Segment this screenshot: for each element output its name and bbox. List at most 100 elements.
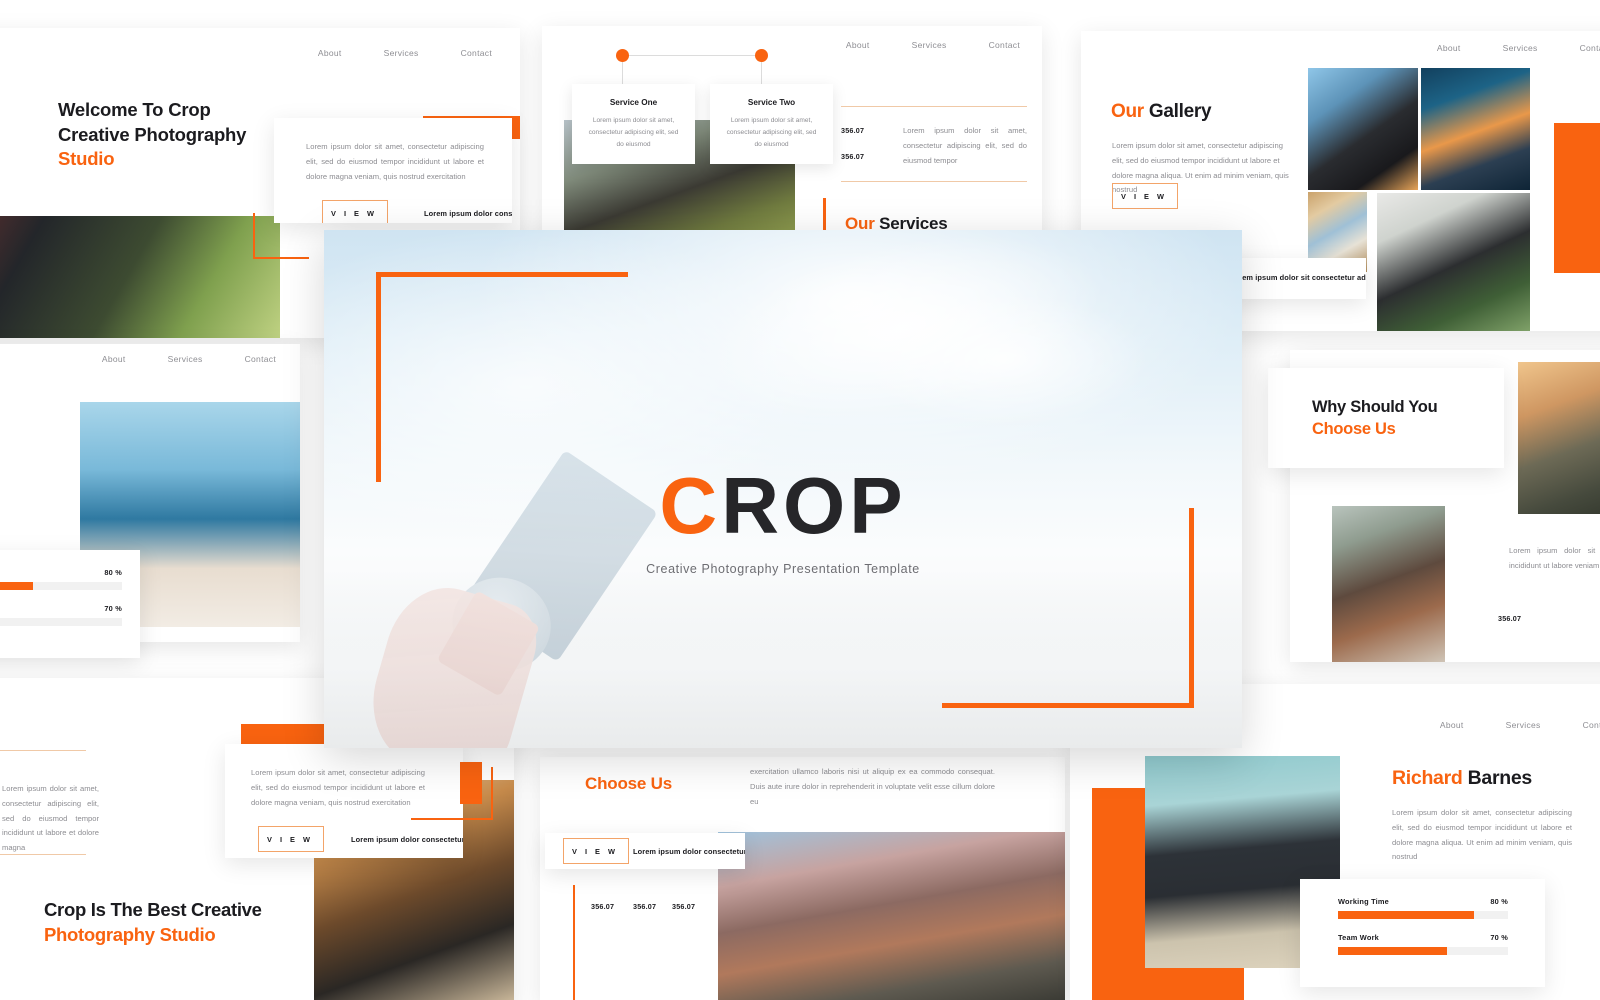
nav-item-services[interactable]: Services — [1506, 720, 1541, 730]
nav-item-contact[interactable]: Contact — [245, 354, 276, 364]
gallery-photo-plant-camera — [1377, 193, 1530, 331]
skills-bars-card[interactable]: 80 % 70 % — [0, 550, 140, 658]
profile-last-name: Barnes — [1467, 767, 1533, 789]
nav-gallery[interactable]: About Services Contact — [1437, 43, 1600, 53]
services-number-1: 356.07 — [841, 126, 865, 135]
services-dot-one — [616, 49, 629, 62]
welcome-title: Welcome To Crop Creative Photography Stu… — [58, 98, 246, 172]
welcome-view-caption: Lorem ipsum dolor consectetur — [424, 209, 512, 218]
welcome-view-label: V I E W — [330, 208, 378, 218]
best-view-label: V I E W — [266, 834, 314, 844]
hero-tagline: Creative Photography Presentation Templa… — [646, 562, 920, 576]
hero-logo: CROP — [324, 466, 1242, 546]
services-connector-line — [622, 55, 762, 56]
nav-skills[interactable]: About Services Contact — [102, 354, 276, 364]
service-one-title: Service One — [609, 98, 658, 107]
best-orange-corner — [411, 767, 493, 820]
skills-bar-track-2 — [0, 618, 122, 626]
hero-title-slide[interactable]: CROP Creative Photography Presentation T… — [324, 230, 1242, 748]
choose-us-number-1: 356.07 — [591, 902, 615, 911]
best-title-orange: Photography Studio — [44, 923, 216, 945]
choose-us-view-button[interactable]: V I E W — [563, 838, 629, 865]
nav-item-about[interactable]: About — [1440, 720, 1464, 730]
nav-profile[interactable]: About Services Contact — [1440, 720, 1600, 730]
profile-bar-fill-2 — [1338, 947, 1447, 955]
nav-item-about[interactable]: About — [846, 40, 870, 50]
best-view-button[interactable]: V I E W — [258, 826, 324, 853]
nav-item-contact[interactable]: Contact — [1580, 43, 1600, 53]
nav-item-contact[interactable]: Contact — [461, 48, 492, 58]
best-rule-top — [0, 750, 86, 751]
services-dot-two — [755, 49, 768, 62]
nav-welcome[interactable]: About Services Contact — [318, 48, 492, 58]
choose-title-line2: Choose Us — [1312, 420, 1396, 439]
screenshot-canvas: About Services Contact Welcome To Crop C… — [0, 0, 1600, 1000]
choose-us-heading: Choose Us — [585, 774, 672, 793]
nav-services[interactable]: About Services Contact — [846, 40, 1020, 50]
gallery-heading-dark: Gallery — [1148, 101, 1212, 122]
welcome-title-line3: Studio — [58, 148, 115, 170]
best-view-caption: Lorem ipsum dolor consectetur — [351, 835, 463, 844]
profile-bar-track-1 — [1338, 911, 1508, 919]
welcome-title-line1: Welcome To Crop — [58, 99, 211, 120]
service-card-one[interactable]: Service One Lorem ipsum dolor sit amet, … — [572, 84, 695, 164]
welcome-photo-camera-flower — [0, 216, 280, 338]
nav-item-services[interactable]: Services — [168, 354, 203, 364]
slide-choose-us-bottom[interactable]: Choose Us exercitation ullamco laboris n… — [540, 757, 1065, 1000]
nav-item-services[interactable]: Services — [384, 48, 419, 58]
services-rule-top — [841, 106, 1027, 107]
profile-bar-track-2 — [1338, 947, 1508, 955]
best-rule-bottom — [0, 854, 86, 855]
choose-title: Why Should You Choose Us — [1312, 396, 1438, 440]
nav-item-about[interactable]: About — [318, 48, 342, 58]
profile-first-name: Richard — [1392, 767, 1463, 789]
choose-us-view-label: V I E W — [571, 846, 619, 856]
hero-frame-top-left — [376, 272, 628, 482]
welcome-view-button[interactable]: V I E W — [322, 200, 388, 223]
welcome-orange-corner — [253, 213, 309, 259]
skills-bar-row-1: 80 % — [0, 568, 122, 590]
profile-bars-card[interactable]: Working Time 80 % Team Work 70 % — [1300, 879, 1545, 987]
service-two-text: Lorem ipsum dolor sit amet, consectetur … — [726, 117, 817, 149]
profile-body: Lorem ipsum dolor sit amet, consectetur … — [1392, 808, 1572, 862]
skills-bar-fill-1 — [0, 582, 33, 590]
profile-bar-percent-1: 80 % — [1490, 897, 1508, 906]
skills-bar-row-2: 70 % — [0, 604, 122, 626]
profile-bar-row-1: Working Time 80 % — [1338, 897, 1508, 919]
nav-item-about[interactable]: About — [1437, 43, 1461, 53]
gallery-caption-text: Lorem ipsum dolor sit consectetur adipis… — [1230, 273, 1366, 282]
gallery-heading-orange: Our — [1111, 101, 1144, 122]
nav-item-services[interactable]: Services — [1503, 43, 1538, 53]
welcome-title-line2: Creative Photography — [58, 123, 247, 145]
choose-heading-card[interactable]: Why Should You Choose Us — [1268, 368, 1504, 468]
profile-bar-row-2: Team Work 70 % — [1338, 933, 1508, 955]
cloud-decor-b — [856, 292, 1151, 427]
nav-item-contact[interactable]: Contact — [989, 40, 1020, 50]
services-table-text: Lorem ipsum dolor sit amet, consectetur … — [903, 126, 1027, 165]
service-two-title: Service Two — [747, 98, 796, 107]
skills-bar-percent-1: 80 % — [104, 568, 122, 577]
choose-photo-sunset — [1518, 362, 1600, 514]
choose-us-view-caption: Lorem ipsum dolor consectetur — [633, 847, 745, 856]
gallery-view-button[interactable]: V I E W — [1112, 183, 1178, 210]
skills-bar-track-1 — [0, 582, 122, 590]
nav-item-services[interactable]: Services — [912, 40, 947, 50]
service-one-text: Lorem ipsum dolor sit amet, consectetur … — [588, 117, 679, 149]
choose-us-number-2: 356.07 — [633, 902, 657, 911]
welcome-text-card[interactable]: Lorem ipsum dolor sit amet, consectetur … — [274, 118, 512, 223]
best-title-dark: Crop Is The Best Creative — [44, 899, 262, 920]
service-card-two[interactable]: Service Two Lorem ipsum dolor sit amet, … — [710, 84, 833, 164]
choose-us-body: exercitation ullamco laboris nisi ut ali… — [750, 767, 995, 806]
best-card-text: Lorem ipsum dolor sit amet, consectetur … — [251, 768, 425, 807]
welcome-card-text: Lorem ipsum dolor sit amet, consectetur … — [306, 142, 484, 181]
best-accent-block — [241, 724, 334, 746]
gallery-photo-city — [1421, 68, 1530, 190]
choose-us-photo-drone — [718, 832, 1065, 1000]
choose-body: Lorem ipsum dolor sit amet tempor incidi… — [1509, 546, 1600, 570]
profile-name: Richard Barnes — [1392, 767, 1532, 790]
gallery-heading: Our Gallery — [1111, 101, 1212, 123]
choose-us-view-card[interactable]: V I E W Lorem ipsum dolor consectetur — [545, 833, 745, 869]
nav-item-contact[interactable]: Contact — [1583, 720, 1600, 730]
nav-item-about[interactable]: About — [102, 354, 126, 364]
skills-bar-percent-2: 70 % — [104, 604, 122, 613]
